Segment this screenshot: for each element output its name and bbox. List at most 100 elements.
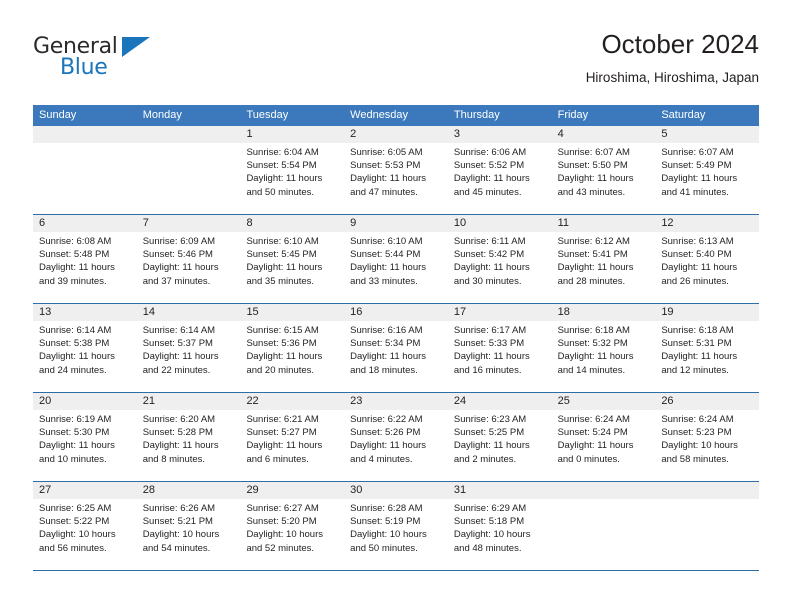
day-number[interactable]: 27 bbox=[33, 482, 137, 499]
day-number[interactable] bbox=[552, 482, 656, 499]
day-number[interactable]: 13 bbox=[33, 304, 137, 321]
day-number[interactable]: 26 bbox=[655, 393, 759, 410]
day-cell[interactable]: Sunrise: 6:23 AM Sunset: 5:25 PM Dayligh… bbox=[448, 410, 552, 481]
day-cell[interactable]: Sunrise: 6:17 AM Sunset: 5:33 PM Dayligh… bbox=[448, 321, 552, 392]
calendar-week-row: 1 2 3 4 5 Sunrise: 6:04 AM Sunset: 5:54 … bbox=[33, 126, 759, 215]
day-cell[interactable]: Sunrise: 6:29 AM Sunset: 5:18 PM Dayligh… bbox=[448, 499, 552, 570]
daylight-text-line1: Daylight: 11 hours bbox=[350, 351, 427, 363]
daylight-text-line1: Daylight: 11 hours bbox=[350, 440, 427, 452]
day-number[interactable]: 21 bbox=[137, 393, 241, 410]
sunset-text: Sunset: 5:18 PM bbox=[453, 516, 525, 528]
day-cell[interactable]: Sunrise: 6:19 AM Sunset: 5:30 PM Dayligh… bbox=[33, 410, 137, 481]
day-number[interactable]: 29 bbox=[240, 482, 344, 499]
week-date-band: 1 2 3 4 5 bbox=[33, 126, 759, 143]
day-number[interactable]: 25 bbox=[552, 393, 656, 410]
calendar-grid: Sunday Monday Tuesday Wednesday Thursday… bbox=[33, 105, 759, 571]
page-header: General Blue October 2024 Hiroshima, Hir… bbox=[33, 28, 759, 98]
day-number[interactable]: 5 bbox=[655, 126, 759, 143]
day-cell[interactable]: Sunrise: 6:06 AM Sunset: 5:52 PM Dayligh… bbox=[448, 143, 552, 214]
day-number[interactable] bbox=[33, 126, 137, 143]
day-cell[interactable]: Sunrise: 6:14 AM Sunset: 5:37 PM Dayligh… bbox=[137, 321, 241, 392]
sunset-text: Sunset: 5:48 PM bbox=[39, 249, 110, 261]
day-number[interactable] bbox=[137, 126, 241, 143]
sunset-text: Sunset: 5:44 PM bbox=[350, 249, 421, 261]
day-number[interactable]: 23 bbox=[344, 393, 448, 410]
day-cell[interactable]: Sunrise: 6:21 AM Sunset: 5:27 PM Dayligh… bbox=[240, 410, 344, 481]
day-number[interactable]: 18 bbox=[552, 304, 656, 321]
sunrise-text: Sunrise: 6:10 AM bbox=[350, 236, 423, 247]
day-cell[interactable] bbox=[33, 143, 137, 214]
day-cell[interactable]: Sunrise: 6:24 AM Sunset: 5:24 PM Dayligh… bbox=[552, 410, 656, 481]
daylight-text-line2: and 20 minutes. bbox=[246, 364, 315, 376]
day-number[interactable]: 31 bbox=[448, 482, 552, 499]
daylight-text-line1: Daylight: 10 hours bbox=[246, 529, 324, 541]
day-number[interactable]: 9 bbox=[344, 215, 448, 232]
day-cell[interactable] bbox=[137, 143, 241, 214]
daylight-text-line1: Daylight: 11 hours bbox=[557, 351, 634, 363]
logo-text-blue: Blue bbox=[60, 55, 108, 80]
day-number[interactable]: 1 bbox=[240, 126, 344, 143]
day-cell[interactable]: Sunrise: 6:24 AM Sunset: 5:23 PM Dayligh… bbox=[655, 410, 759, 481]
sunrise-text: Sunrise: 6:15 AM bbox=[246, 325, 319, 336]
day-cell[interactable]: Sunrise: 6:22 AM Sunset: 5:26 PM Dayligh… bbox=[344, 410, 448, 481]
day-cell[interactable]: Sunrise: 6:25 AM Sunset: 5:22 PM Dayligh… bbox=[33, 499, 137, 570]
day-cell[interactable]: Sunrise: 6:15 AM Sunset: 5:36 PM Dayligh… bbox=[240, 321, 344, 392]
day-cell[interactable]: Sunrise: 6:09 AM Sunset: 5:46 PM Dayligh… bbox=[137, 232, 241, 303]
day-number[interactable]: 6 bbox=[33, 215, 137, 232]
sunset-text: Sunset: 5:27 PM bbox=[246, 427, 317, 439]
day-number[interactable]: 14 bbox=[137, 304, 241, 321]
day-cell[interactable]: Sunrise: 6:11 AM Sunset: 5:42 PM Dayligh… bbox=[448, 232, 552, 303]
day-number[interactable]: 17 bbox=[448, 304, 552, 321]
day-number[interactable]: 3 bbox=[448, 126, 552, 143]
sunset-text: Sunset: 5:19 PM bbox=[350, 516, 421, 528]
daylight-text-line1: Daylight: 11 hours bbox=[453, 262, 530, 274]
day-cell[interactable]: Sunrise: 6:28 AM Sunset: 5:19 PM Dayligh… bbox=[344, 499, 448, 570]
day-number[interactable]: 24 bbox=[448, 393, 552, 410]
daylight-text-line1: Daylight: 10 hours bbox=[350, 529, 427, 541]
day-cell[interactable]: Sunrise: 6:07 AM Sunset: 5:49 PM Dayligh… bbox=[655, 143, 759, 214]
daylight-text-line1: Daylight: 11 hours bbox=[246, 440, 323, 452]
calendar-week-row: 27 28 29 30 31 Sunrise: 6:25 AM Sunset: … bbox=[33, 482, 759, 571]
day-cell[interactable] bbox=[655, 499, 759, 570]
day-cell[interactable]: Sunrise: 6:16 AM Sunset: 5:34 PM Dayligh… bbox=[344, 321, 448, 392]
day-cell[interactable]: Sunrise: 6:10 AM Sunset: 5:44 PM Dayligh… bbox=[344, 232, 448, 303]
day-cell[interactable]: Sunrise: 6:26 AM Sunset: 5:21 PM Dayligh… bbox=[137, 499, 241, 570]
day-number[interactable]: 10 bbox=[448, 215, 552, 232]
day-number[interactable]: 4 bbox=[552, 126, 656, 143]
day-number[interactable]: 30 bbox=[344, 482, 448, 499]
daylight-text-line1: Daylight: 11 hours bbox=[350, 173, 427, 185]
day-number[interactable]: 7 bbox=[137, 215, 241, 232]
sunset-text: Sunset: 5:49 PM bbox=[661, 160, 732, 172]
day-cell[interactable]: Sunrise: 6:07 AM Sunset: 5:50 PM Dayligh… bbox=[552, 143, 656, 214]
daylight-text-line1: Daylight: 11 hours bbox=[39, 351, 115, 363]
day-cell[interactable]: Sunrise: 6:13 AM Sunset: 5:40 PM Dayligh… bbox=[655, 232, 759, 303]
day-cell[interactable]: Sunrise: 6:18 AM Sunset: 5:32 PM Dayligh… bbox=[552, 321, 656, 392]
general-blue-logo[interactable]: General Blue bbox=[33, 34, 233, 92]
day-cell[interactable]: Sunrise: 6:20 AM Sunset: 5:28 PM Dayligh… bbox=[137, 410, 241, 481]
day-cell[interactable]: Sunrise: 6:12 AM Sunset: 5:41 PM Dayligh… bbox=[552, 232, 656, 303]
day-cell[interactable]: Sunrise: 6:08 AM Sunset: 5:48 PM Dayligh… bbox=[33, 232, 137, 303]
day-number[interactable]: 22 bbox=[240, 393, 344, 410]
day-number[interactable]: 12 bbox=[655, 215, 759, 232]
day-cell[interactable] bbox=[552, 499, 656, 570]
day-number[interactable]: 2 bbox=[344, 126, 448, 143]
daylight-text-line2: and 45 minutes. bbox=[453, 186, 522, 198]
daylight-text-line2: and 24 minutes. bbox=[39, 364, 107, 376]
day-cell[interactable]: Sunrise: 6:14 AM Sunset: 5:38 PM Dayligh… bbox=[33, 321, 137, 392]
page-title: October 2024 bbox=[601, 29, 759, 59]
day-cell[interactable]: Sunrise: 6:27 AM Sunset: 5:20 PM Dayligh… bbox=[240, 499, 344, 570]
day-cell[interactable]: Sunrise: 6:10 AM Sunset: 5:45 PM Dayligh… bbox=[240, 232, 344, 303]
day-number[interactable]: 16 bbox=[344, 304, 448, 321]
day-number[interactable]: 28 bbox=[137, 482, 241, 499]
day-number[interactable]: 20 bbox=[33, 393, 137, 410]
calendar-week-row: 20 21 22 23 24 25 26 Sunrise: 6:19 AM Su… bbox=[33, 393, 759, 482]
day-number[interactable]: 8 bbox=[240, 215, 344, 232]
day-number[interactable] bbox=[655, 482, 759, 499]
day-cell[interactable]: Sunrise: 6:04 AM Sunset: 5:54 PM Dayligh… bbox=[240, 143, 344, 214]
day-cell[interactable]: Sunrise: 6:18 AM Sunset: 5:31 PM Dayligh… bbox=[655, 321, 759, 392]
day-number[interactable]: 19 bbox=[655, 304, 759, 321]
day-number[interactable]: 15 bbox=[240, 304, 344, 321]
day-cell[interactable]: Sunrise: 6:05 AM Sunset: 5:53 PM Dayligh… bbox=[344, 143, 448, 214]
day-number[interactable]: 11 bbox=[552, 215, 656, 232]
daylight-text-line2: and 2 minutes. bbox=[453, 453, 517, 465]
